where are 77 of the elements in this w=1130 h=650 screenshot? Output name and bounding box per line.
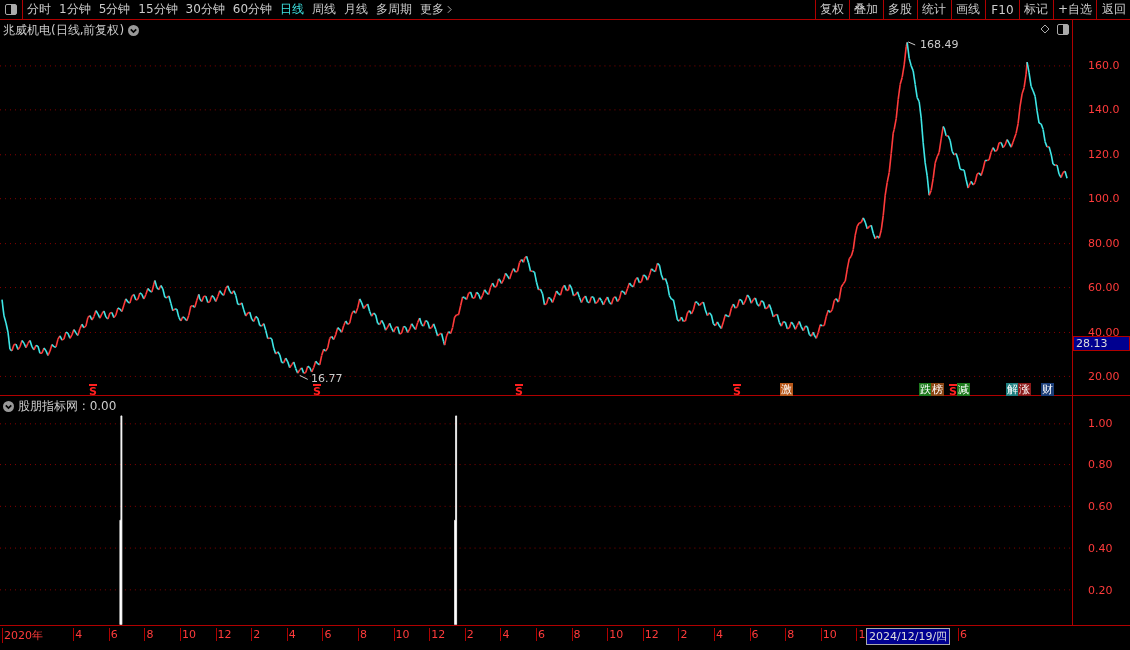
- event-tag[interactable]: 财: [1041, 383, 1054, 396]
- date-label: 12: [215, 628, 232, 641]
- leader-line: [299, 374, 309, 380]
- axis-label: 160.0: [1088, 59, 1120, 73]
- panel-toggle-icon[interactable]: [1057, 24, 1070, 35]
- leader-line: [907, 41, 916, 46]
- toolbar-button[interactable]: +自选: [1052, 0, 1096, 19]
- period-tab[interactable]: 15分钟: [134, 0, 182, 19]
- toolbar-button[interactable]: 叠加: [848, 0, 883, 19]
- toolbar-button[interactable]: 标记: [1018, 0, 1053, 19]
- event-tag[interactable]: 榜: [931, 383, 944, 396]
- date-label: 8: [785, 628, 795, 641]
- date-label: 12: [429, 628, 446, 641]
- event-tag[interactable]: 涨: [1018, 383, 1031, 396]
- period-tab[interactable]: 周线: [308, 0, 341, 19]
- date-label: 4: [714, 628, 723, 641]
- period-tab[interactable]: 30分钟: [181, 0, 229, 19]
- axis-label: 100.0: [1088, 192, 1120, 206]
- dropdown-icon[interactable]: [3, 401, 14, 413]
- period-tab[interactable]: 多周期: [372, 0, 417, 19]
- toolbar-button[interactable]: 统计: [916, 0, 951, 19]
- axis-label: 20.00: [1088, 370, 1120, 384]
- date-label: 6: [322, 628, 332, 641]
- date-label: 4: [73, 628, 83, 641]
- axis-label: 80.00: [1088, 237, 1120, 251]
- period-tab[interactable]: 日线: [276, 0, 309, 19]
- panel-toggle-icon[interactable]: [5, 4, 17, 15]
- axis-label: 60.00: [1088, 281, 1120, 295]
- period-tab[interactable]: 分时: [23, 0, 55, 19]
- toolbar-button[interactable]: 画线: [950, 0, 985, 19]
- date-label: 2: [251, 628, 261, 641]
- date-label: 6: [749, 628, 759, 641]
- event-tag[interactable]: 激: [780, 383, 793, 396]
- axis-label: 0.20: [1088, 584, 1113, 599]
- date-label: 10: [607, 628, 624, 641]
- cursor-date-label: 2024/12/19/四: [866, 628, 951, 645]
- period-tab[interactable]: 5分钟: [94, 0, 135, 19]
- date-label: 1: [856, 628, 866, 641]
- date-label: 4: [286, 628, 296, 641]
- axis-label: 140.0: [1088, 103, 1120, 117]
- more-button[interactable]: 更多: [416, 0, 457, 19]
- dropdown-icon[interactable]: [128, 25, 140, 36]
- chart-title: 兆威机电(日线,前复权): [3, 22, 125, 39]
- date-label: 8: [144, 628, 154, 641]
- toolbar-button[interactable]: F10: [984, 0, 1019, 19]
- date-label: 12: [642, 628, 659, 641]
- high-price-label: 168.49: [920, 38, 959, 51]
- low-price-label: 16.77: [311, 372, 343, 385]
- date-label: 6: [108, 628, 118, 641]
- event-tag[interactable]: 减: [957, 383, 970, 396]
- date-label: 8: [571, 628, 581, 641]
- chevron-right-icon: [447, 5, 453, 14]
- date-label: 2020年: [2, 628, 43, 643]
- date-label: 10: [180, 628, 196, 641]
- date-label: 2: [464, 628, 474, 641]
- date-label: 10: [393, 628, 410, 641]
- axis-label: 0.80: [1088, 458, 1113, 473]
- date-label: 6: [958, 628, 967, 641]
- date-label: 6: [536, 628, 545, 641]
- period-tab[interactable]: 月线: [340, 0, 373, 19]
- price-tag: 28.13: [1073, 336, 1130, 351]
- axis-label: 0.60: [1088, 500, 1113, 515]
- toolbar-button[interactable]: 多股: [882, 0, 917, 19]
- axis-label: 120.0: [1088, 148, 1120, 162]
- toolbar-button[interactable]: 复权: [814, 0, 849, 19]
- toolbar-button[interactable]: 返回: [1096, 0, 1130, 19]
- period-tab[interactable]: 60分钟: [228, 0, 277, 19]
- axis-label: 40.00: [1088, 326, 1120, 339]
- period-tab[interactable]: 1分钟: [55, 0, 95, 19]
- axis-label: 1.00: [1088, 417, 1113, 432]
- diamond-icon[interactable]: [1040, 24, 1051, 34]
- date-label: 2: [678, 628, 688, 641]
- indicator-title: 股朋指标网 : 0.00: [18, 398, 117, 416]
- date-label: 8: [358, 628, 367, 641]
- date-label: 4: [500, 628, 510, 641]
- axis-label: 0.40: [1088, 542, 1113, 557]
- date-label: 10: [820, 628, 837, 641]
